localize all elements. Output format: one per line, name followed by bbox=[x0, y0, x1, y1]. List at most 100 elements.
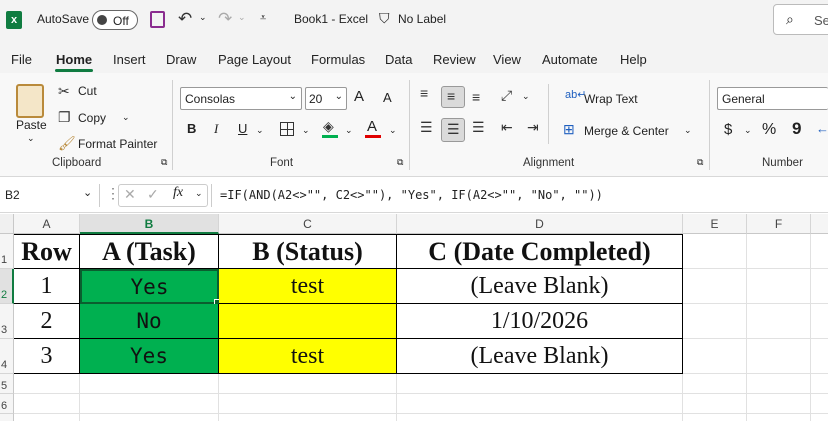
redo-dropdown-icon[interactable]: ⌄ bbox=[238, 12, 246, 23]
paste-button[interactable]: Paste bbox=[16, 118, 47, 132]
cell-b1[interactable]: A (Task) bbox=[80, 235, 219, 269]
row-header-3[interactable]: 3 bbox=[0, 304, 14, 339]
tab-file[interactable]: File bbox=[11, 52, 32, 67]
column-header-f[interactable]: F bbox=[747, 214, 811, 234]
tab-draw[interactable]: Draw bbox=[166, 52, 196, 67]
copy-dropdown-icon[interactable]: ⌄ bbox=[122, 112, 130, 123]
column-header-g[interactable] bbox=[811, 214, 828, 234]
currency-format-button[interactable]: $ bbox=[724, 121, 732, 138]
row-header-4[interactable]: 4 bbox=[0, 339, 14, 374]
borders-dropdown-icon[interactable]: ⌄ bbox=[302, 125, 310, 136]
column-header-b[interactable]: B bbox=[80, 214, 219, 234]
align-right-icon[interactable]: ☰ bbox=[472, 119, 485, 136]
align-center-button[interactable]: ☰ bbox=[441, 118, 465, 142]
decrease-indent-icon[interactable]: ⇤ bbox=[501, 119, 513, 136]
row-header-6[interactable]: 6 bbox=[0, 394, 14, 414]
column-header-d[interactable]: D bbox=[397, 214, 683, 234]
cell-d3[interactable]: 1/10/2026 bbox=[397, 304, 683, 339]
merge-center-button[interactable]: Merge & Center bbox=[584, 124, 669, 138]
underline-dropdown-icon[interactable]: ⌄ bbox=[256, 125, 264, 136]
tab-review[interactable]: Review bbox=[433, 52, 476, 67]
underline-button[interactable]: U bbox=[238, 121, 247, 136]
cell-b3[interactable]: No bbox=[80, 304, 219, 339]
italic-button[interactable]: I bbox=[214, 121, 218, 137]
increase-font-size-icon[interactable]: A bbox=[354, 88, 364, 105]
format-painter-icon[interactable]: 🖌 bbox=[58, 135, 76, 152]
comma-style-button[interactable]: 9 bbox=[792, 119, 801, 139]
cell-c4[interactable]: test bbox=[219, 339, 397, 374]
increase-indent-icon[interactable]: ⇥ bbox=[527, 119, 539, 136]
cell-c1[interactable]: B (Status) bbox=[219, 235, 397, 269]
column-header-a[interactable]: A bbox=[14, 214, 80, 234]
fill-color-dropdown-icon[interactable]: ⌄ bbox=[345, 125, 353, 136]
confirm-entry-icon[interactable]: ✓ bbox=[147, 186, 159, 203]
cell-d4[interactable]: (Leave Blank) bbox=[397, 339, 683, 374]
merge-center-dropdown-icon[interactable]: ⌄ bbox=[684, 125, 692, 136]
name-box[interactable]: B2 ⌄ bbox=[0, 184, 100, 207]
tab-view[interactable]: View bbox=[493, 52, 521, 67]
cell-a2[interactable]: 1 bbox=[14, 269, 80, 304]
row-header-7[interactable] bbox=[0, 414, 14, 421]
wrap-text-button[interactable]: Wrap Text bbox=[584, 92, 638, 106]
paste-dropdown-icon[interactable]: ⌄ bbox=[27, 133, 35, 144]
undo-dropdown-icon[interactable]: ⌄ bbox=[199, 12, 207, 23]
save-icon[interactable] bbox=[150, 11, 165, 28]
tab-automate[interactable]: Automate bbox=[542, 52, 598, 67]
redo-icon[interactable]: ↷ bbox=[218, 9, 232, 29]
cell-a3[interactable]: 2 bbox=[14, 304, 80, 339]
orientation-icon[interactable]: ⤢ bbox=[501, 87, 512, 104]
search-box[interactable]: ⌕ Se bbox=[773, 4, 828, 35]
cancel-entry-icon[interactable]: ✕ bbox=[124, 186, 136, 203]
cell-d2[interactable]: (Leave Blank) bbox=[397, 269, 683, 304]
align-middle-button[interactable]: ≡ bbox=[441, 86, 465, 108]
currency-dropdown-icon[interactable]: ⌄ bbox=[744, 125, 752, 136]
orientation-dropdown-icon[interactable]: ⌄ bbox=[522, 91, 530, 102]
cell-b4[interactable]: Yes bbox=[80, 339, 219, 374]
cell-c2[interactable]: test bbox=[219, 269, 397, 304]
insert-function-button[interactable]: fx bbox=[173, 185, 183, 201]
tab-page-layout[interactable]: Page Layout bbox=[218, 52, 291, 67]
copy-icon[interactable]: ❐ bbox=[58, 109, 71, 126]
borders-icon[interactable] bbox=[280, 122, 294, 136]
font-name-combo[interactable]: Consolas ⌄ bbox=[180, 87, 302, 110]
column-header-e[interactable]: E bbox=[683, 214, 747, 234]
fill-color-icon[interactable]: ◈ bbox=[323, 118, 334, 135]
select-all-corner[interactable] bbox=[0, 214, 14, 234]
format-painter-button[interactable]: Format Painter bbox=[78, 137, 157, 151]
tab-insert[interactable]: Insert bbox=[113, 52, 146, 67]
font-size-combo[interactable]: 20 ⌄ bbox=[305, 87, 347, 110]
cell-a4[interactable]: 3 bbox=[14, 339, 80, 374]
bold-button[interactable]: B bbox=[187, 121, 196, 136]
clipboard-launcher-icon[interactable]: ⧉ bbox=[161, 157, 167, 168]
copy-button[interactable]: Copy bbox=[78, 111, 106, 125]
decrease-font-size-icon[interactable]: A bbox=[383, 90, 392, 105]
undo-icon[interactable]: ↶ bbox=[178, 9, 192, 29]
cell-a1[interactable]: Row bbox=[14, 235, 80, 269]
tab-data[interactable]: Data bbox=[385, 52, 412, 67]
autosave-toggle[interactable]: Off bbox=[92, 10, 138, 30]
number-format-combo[interactable]: General bbox=[717, 87, 828, 110]
align-bottom-icon[interactable]: ≡ bbox=[472, 89, 480, 105]
cell-c3[interactable] bbox=[219, 304, 397, 339]
font-color-icon[interactable]: A bbox=[367, 118, 377, 135]
font-launcher-icon[interactable]: ⧉ bbox=[397, 157, 403, 168]
customize-toolbar-icon[interactable]: ⩡ bbox=[260, 12, 266, 25]
tab-help[interactable]: Help bbox=[620, 52, 647, 67]
row-header-2[interactable]: 2 bbox=[0, 269, 14, 304]
column-header-c[interactable]: C bbox=[219, 214, 397, 234]
align-left-icon[interactable]: ☰ bbox=[420, 119, 433, 136]
fx-dropdown-icon[interactable]: ⌄ bbox=[195, 188, 203, 199]
cell-d1[interactable]: C (Date Completed) bbox=[397, 235, 683, 269]
cut-button[interactable]: Cut bbox=[78, 84, 97, 98]
font-color-dropdown-icon[interactable]: ⌄ bbox=[389, 125, 397, 136]
formula-input[interactable]: =IF(AND(A2<>"", C2<>""), "Yes", IF(A2<>"… bbox=[220, 188, 603, 202]
align-top-icon[interactable]: ≡ bbox=[420, 85, 428, 101]
sensitivity-label[interactable]: No Label bbox=[398, 12, 446, 26]
percent-format-button[interactable]: % bbox=[762, 121, 776, 139]
sensitivity-shield-icon[interactable]: ⛉ bbox=[379, 10, 390, 27]
alignment-launcher-icon[interactable]: ⧉ bbox=[697, 157, 703, 168]
tab-formulas[interactable]: Formulas bbox=[311, 52, 365, 67]
paste-icon[interactable] bbox=[16, 84, 44, 118]
cell-b2[interactable]: Yes bbox=[80, 269, 219, 304]
increase-decimal-icon[interactable]: ← bbox=[816, 121, 828, 136]
